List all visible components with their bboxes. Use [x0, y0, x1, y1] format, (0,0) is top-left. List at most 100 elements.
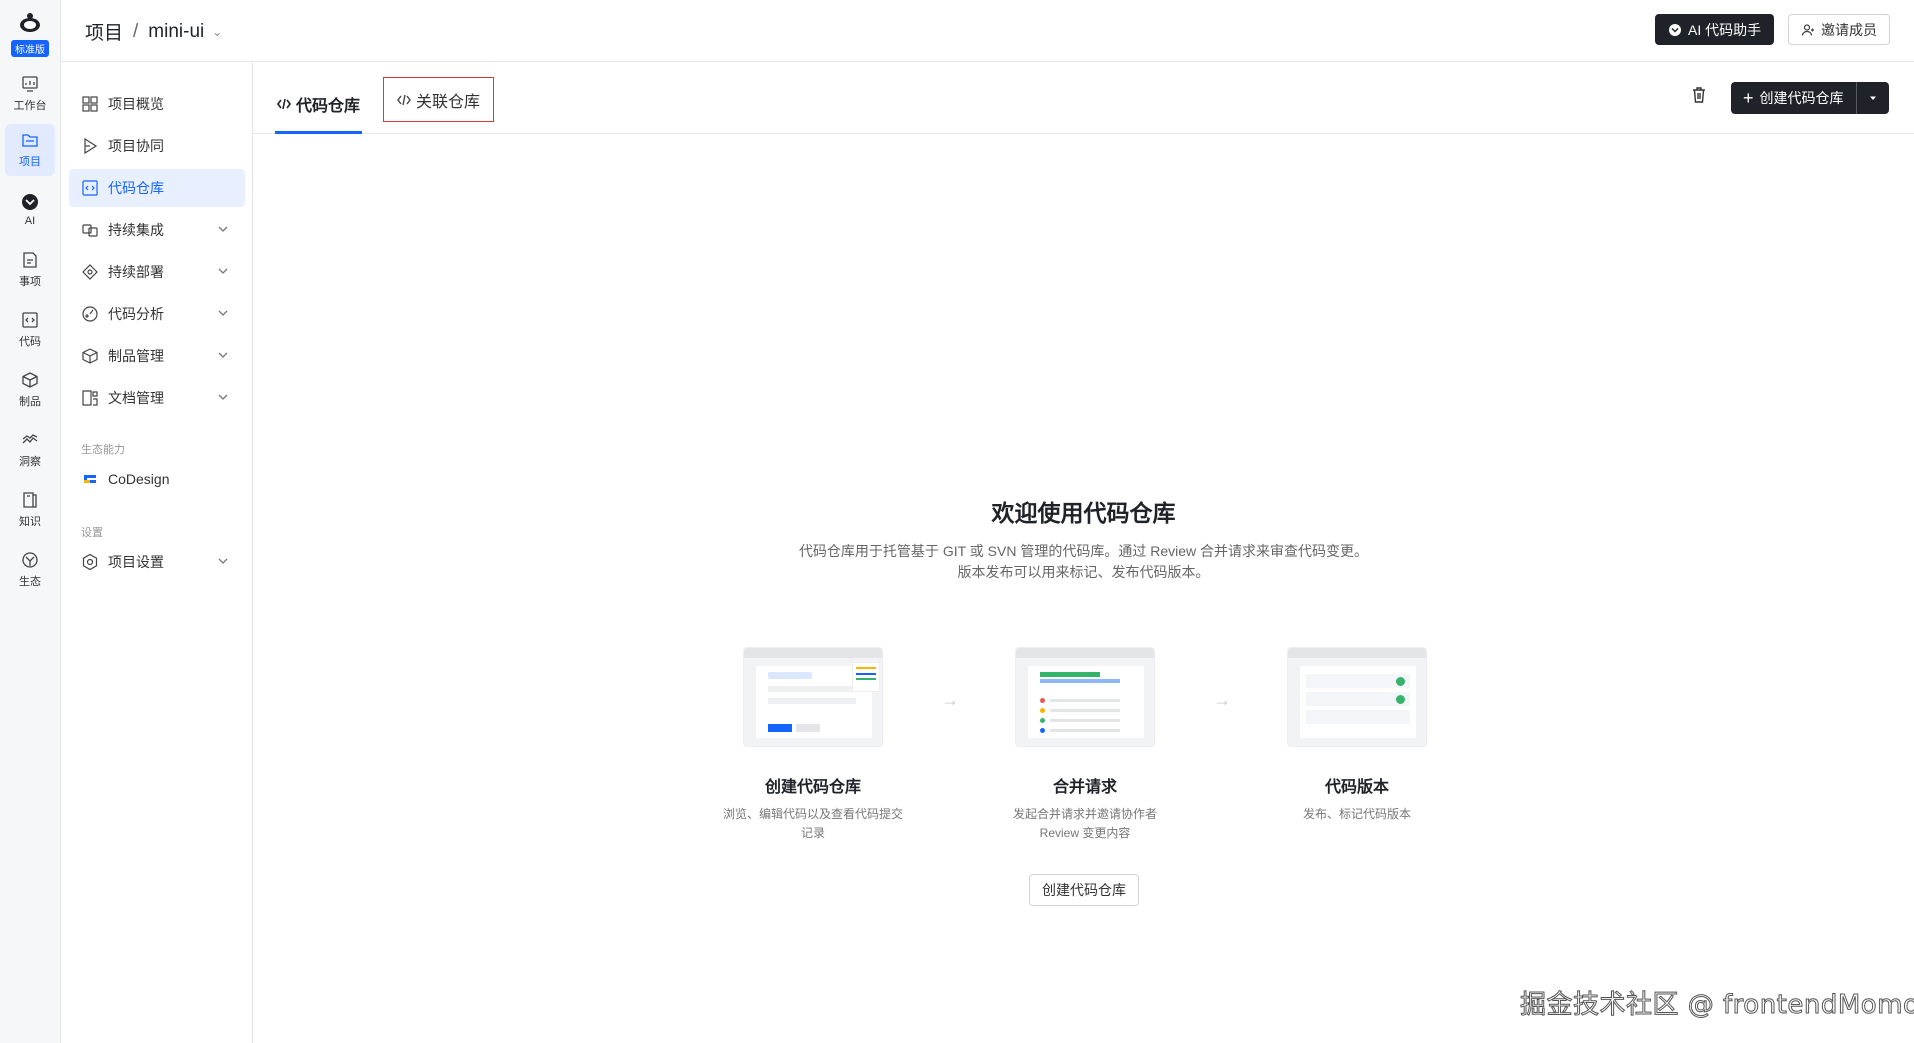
- sidebar-item-label: CoDesign: [108, 471, 170, 487]
- rail-item-label: 生态: [19, 576, 41, 588]
- rail-item-label: 制品: [19, 396, 41, 408]
- step-title: 合并请求: [1052, 779, 1117, 796]
- ai-assistant-label: AI 代码助手: [1688, 21, 1762, 38]
- chevron-down-icon[interactable]: [217, 349, 229, 361]
- sidebar-item-artifacts[interactable]: 制品管理: [69, 337, 245, 375]
- sidebar-item-label: 文档管理: [108, 390, 164, 406]
- create-repo-label: 创建代码仓库: [1759, 90, 1844, 106]
- ai-icon: [22, 194, 38, 210]
- app-rail: 标准版 工作台 项目 AI 事项 代码 制品 洞察 知识 生态: [0, 0, 61, 1043]
- insight-icon: [22, 434, 38, 444]
- project-sidebar: 项目概览 项目协同 代码仓库 持续集成 持续部署 代码分析 制品管理 文档管理 …: [61, 62, 253, 1043]
- arrow-right-icon: →: [941, 690, 959, 710]
- logo-icon: [20, 13, 40, 32]
- ai-assistant-button[interactable]: AI 代码助手: [1655, 14, 1775, 45]
- folder-icon: [22, 134, 38, 147]
- caret-down-icon: [1869, 96, 1876, 100]
- sidebar-item-label: 代码分析: [108, 306, 164, 322]
- rail-item-tasks[interactable]: 事项: [5, 244, 55, 296]
- welcome-desc-line: 代码仓库用于托管基于 GIT 或 SVN 管理的代码库。通过 Review 合并…: [798, 543, 1369, 559]
- rail-item-label: 事项: [19, 276, 41, 288]
- step-title: 代码版本: [1324, 779, 1389, 796]
- section-label-settings: 设置: [81, 527, 103, 539]
- welcome-title: 欢迎使用代码仓库: [991, 500, 1176, 526]
- step-illustration: [743, 647, 883, 747]
- create-repo-dropdown[interactable]: [1857, 82, 1889, 114]
- play-icon: [84, 137, 98, 155]
- tab-bar: 代码仓库 关联仓库 + 创建代码仓库: [253, 62, 1914, 134]
- sidebar-item-collaboration[interactable]: 项目协同: [69, 127, 245, 165]
- rail-item-project[interactable]: 项目: [5, 124, 55, 176]
- step-description: 浏览、编辑代码以及查看代码提交 记录: [713, 805, 913, 843]
- rail-item-label: 洞察: [19, 456, 41, 468]
- chevron-down-icon[interactable]: [217, 307, 229, 319]
- chevron-down-icon[interactable]: [217, 555, 229, 567]
- plus-icon: +: [1743, 87, 1754, 108]
- main-content: 代码仓库 关联仓库 + 创建代码仓库 欢迎使用代码仓库 代码仓库用于托管基于 G…: [253, 62, 1914, 1043]
- rail-item-label: AI: [24, 215, 36, 227]
- sidebar-item-label: 持续集成: [108, 222, 164, 238]
- step-desc-line: 浏览、编辑代码以及查看代码提交: [722, 807, 903, 821]
- sidebar-item-label: 项目设置: [108, 554, 164, 570]
- chevron-down-icon[interactable]: [217, 223, 229, 235]
- create-repo-main[interactable]: + 创建代码仓库: [1731, 82, 1857, 114]
- sidebar-item-codesign[interactable]: CoDesign: [69, 460, 245, 498]
- sidebar-item-docs[interactable]: 文档管理: [69, 379, 245, 417]
- app-logo[interactable]: 标准版: [8, 12, 52, 60]
- rail-item-insight[interactable]: 洞察: [5, 424, 55, 476]
- sidebar-item-analysis[interactable]: 代码分析: [69, 295, 245, 333]
- chevron-down-icon[interactable]: [217, 391, 229, 403]
- sidebar-item-cd[interactable]: 持续部署: [69, 253, 245, 291]
- watermark: 掘金技术社区 @ frontendMomo: [1519, 990, 1914, 1021]
- codesign-icon: [84, 475, 96, 483]
- project-name[interactable]: mini-ui: [148, 21, 204, 43]
- sidebar-item-label: 代码仓库: [108, 180, 164, 196]
- rail-item-ai[interactable]: AI: [5, 184, 55, 236]
- dashboard-icon: [22, 76, 38, 92]
- welcome-description: 代码仓库用于托管基于 GIT 或 SVN 管理的代码库。通过 Review 合并…: [253, 541, 1914, 583]
- welcome-desc-line: 版本发布可以用来标记、发布代码版本。: [957, 564, 1210, 580]
- sidebar-item-label: 制品管理: [108, 348, 164, 364]
- sidebar-item-overview[interactable]: 项目概览: [69, 85, 245, 123]
- rail-item-ecosystem[interactable]: 生态: [5, 544, 55, 596]
- trash-icon[interactable]: [1690, 86, 1708, 104]
- grid-icon: [82, 96, 98, 112]
- rail-item-knowledge[interactable]: 知识: [5, 484, 55, 536]
- tab-code-repo[interactable]: 代码仓库: [275, 76, 363, 134]
- step-description: 发起合并请求并邀请协作者 Review 变更内容: [985, 805, 1185, 843]
- rail-item-code[interactable]: 代码: [5, 304, 55, 356]
- ci-icon: [82, 224, 98, 237]
- step-create-repo: 创建代码仓库 浏览、编辑代码以及查看代码提交 记录: [713, 647, 913, 843]
- rail-item-workbench[interactable]: 工作台: [5, 68, 55, 120]
- code-icon: [397, 94, 411, 105]
- rail-item-label: 知识: [19, 516, 41, 528]
- tab-label: 关联仓库: [416, 93, 481, 111]
- top-bar: 项目 / mini-ui ⌄ AI 代码助手 邀请成员: [61, 0, 1914, 62]
- create-repo-button[interactable]: + 创建代码仓库: [1731, 82, 1889, 114]
- sidebar-item-label: 项目概览: [108, 96, 164, 112]
- box-icon: [22, 372, 38, 388]
- tab-label: 代码仓库: [296, 97, 361, 115]
- create-repo-cta-button[interactable]: 创建代码仓库: [1029, 874, 1139, 906]
- breadcrumb-root[interactable]: 项目: [85, 18, 123, 45]
- step-desc-line: 发起合并请求并邀请协作者: [1012, 807, 1157, 821]
- step-desc-line: Review 变更内容: [1039, 826, 1131, 840]
- sidebar-item-label: 项目协同: [108, 138, 164, 154]
- sidebar-item-label: 持续部署: [108, 264, 164, 280]
- doc-icon: [82, 390, 98, 406]
- analysis-icon: [82, 306, 98, 322]
- sidebar-item-project-settings[interactable]: 项目设置: [69, 543, 245, 581]
- chevron-down-icon[interactable]: ⌄: [212, 25, 222, 39]
- edition-badge: 标准版: [11, 40, 49, 57]
- tab-linked-repo[interactable]: 关联仓库: [383, 77, 495, 122]
- book-icon: [23, 492, 37, 508]
- arrow-right-icon: →: [1213, 690, 1231, 710]
- rail-item-label: 工作台: [13, 100, 47, 112]
- chevron-down-icon[interactable]: [217, 265, 229, 277]
- step-description: 发布、标记代码版本: [1257, 805, 1457, 824]
- sidebar-item-code-repo[interactable]: 代码仓库: [69, 169, 245, 207]
- sidebar-item-ci[interactable]: 持续集成: [69, 211, 245, 249]
- invite-member-button[interactable]: 邀请成员: [1788, 14, 1890, 45]
- rail-item-artifacts[interactable]: 制品: [5, 364, 55, 416]
- step-illustration: [1287, 647, 1427, 747]
